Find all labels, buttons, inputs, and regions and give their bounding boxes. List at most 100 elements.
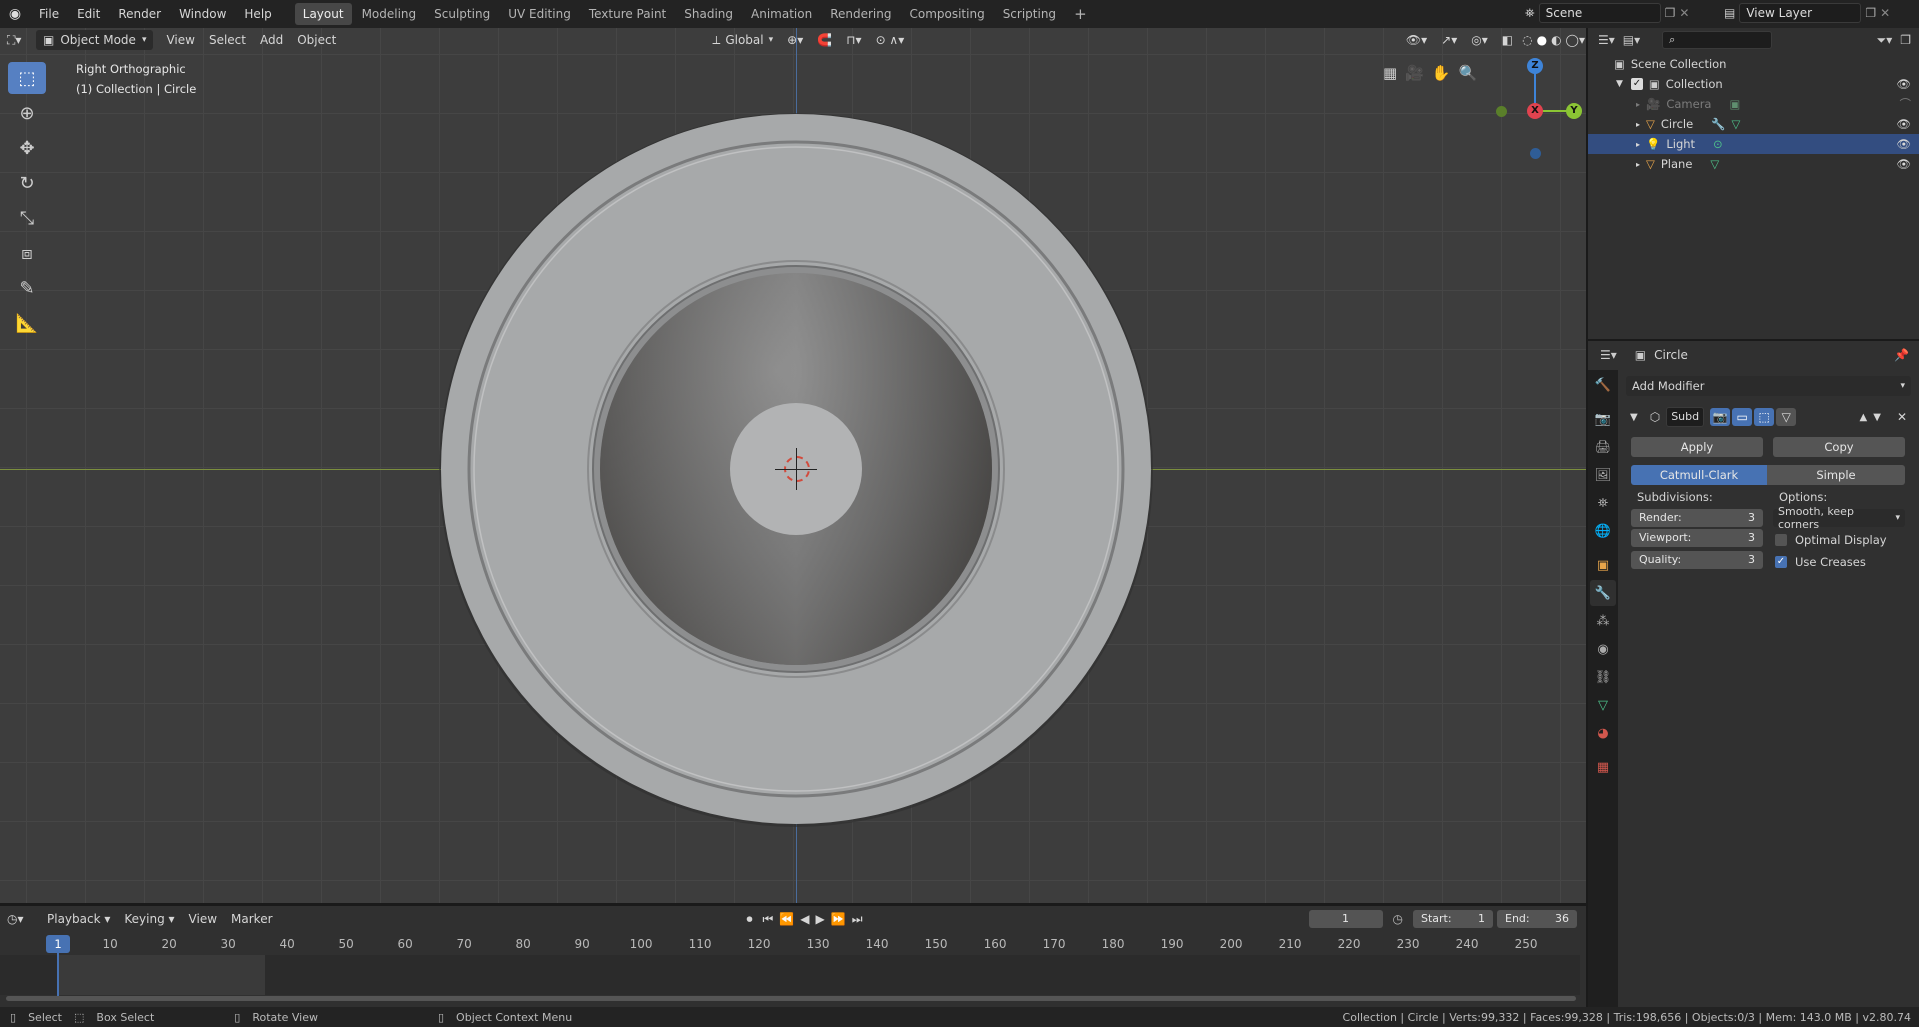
gizmo-neg-y-icon[interactable] (1496, 106, 1507, 117)
scene-properties-icon[interactable]: ⛯ (1590, 490, 1616, 516)
toggle-ortho-icon[interactable]: ▦ (1383, 64, 1397, 82)
visibility-icon[interactable]: 👁▾ (1399, 30, 1434, 50)
expand-arrow-icon[interactable]: ▸ (1636, 160, 1640, 169)
playhead-frame-badge[interactable]: 1 (46, 935, 70, 953)
expand-arrow-icon[interactable]: ▸ (1636, 140, 1640, 149)
object-properties-icon[interactable]: ▣ (1590, 552, 1616, 578)
prev-keyframe-icon[interactable]: ⏪ (776, 909, 797, 929)
new-view-layer-icon[interactable]: ❐ (1865, 6, 1876, 20)
gizmo-toggle-icon[interactable]: ↗▾ (1434, 30, 1464, 50)
outliner-row-camera[interactable]: ▸ 🎥 Camera ▣ ⌒ (1588, 94, 1919, 114)
menu-help[interactable]: Help (235, 0, 280, 28)
outliner-row-plane[interactable]: ▸ ▽ Plane ▽ 👁 (1588, 154, 1919, 174)
shading-solid-icon[interactable]: ● (1535, 30, 1549, 50)
add-modifier-dropdown[interactable]: Add Modifier ▾ (1626, 376, 1911, 396)
editor-type-icon[interactable]: ⛶▾ (0, 30, 36, 50)
delete-view-layer-icon[interactable]: ✕ (1880, 6, 1890, 20)
simple-toggle[interactable]: Simple (1767, 465, 1905, 485)
tool-settings-icon[interactable]: 🔨 (1590, 372, 1616, 398)
add-workspace-button[interactable]: + (1066, 3, 1095, 25)
on-cage-icon[interactable]: ▽ (1776, 408, 1797, 426)
end-frame-field[interactable]: End: 36 (1497, 910, 1577, 928)
menu-keying[interactable]: Keying ▾ (117, 909, 181, 929)
particles-properties-icon[interactable]: ⁂ (1590, 608, 1616, 634)
outliner-editor-icon[interactable]: ☰▾ (1598, 33, 1615, 47)
area-divider-horizontal[interactable] (1588, 339, 1919, 341)
tab-rendering[interactable]: Rendering (822, 3, 899, 25)
play-reverse-icon[interactable]: ◀ (797, 909, 812, 929)
output-properties-icon[interactable]: 🖨 (1590, 434, 1616, 460)
area-divider-timeline[interactable] (0, 903, 1586, 905)
zoom-view-icon[interactable]: 🔍 (1459, 64, 1478, 82)
move-down-icon[interactable]: ▼ (1873, 412, 1881, 423)
jump-end-icon[interactable]: ⏭ (849, 909, 866, 929)
tab-sculpting[interactable]: Sculpting (426, 3, 498, 25)
menu-add[interactable]: Add (253, 30, 290, 50)
view-layer-properties-icon[interactable]: 🖼 (1590, 462, 1616, 488)
tab-shading[interactable]: Shading (676, 3, 741, 25)
tab-animation[interactable]: Animation (743, 3, 820, 25)
shading-material-icon[interactable]: ◐ (1549, 30, 1563, 50)
start-frame-field[interactable]: Start: 1 (1413, 910, 1493, 928)
blender-logo-icon[interactable]: ◉ (0, 6, 30, 22)
tab-uv-editing[interactable]: UV Editing (500, 3, 579, 25)
select-tool-icon[interactable]: ⬚ (8, 62, 46, 94)
show-in-render-icon[interactable]: 📷 (1710, 408, 1731, 426)
timeline-editor-icon[interactable]: ◷▾ (0, 909, 40, 929)
gizmo-z-icon[interactable]: Z (1527, 58, 1543, 74)
exclude-checkbox[interactable]: ✓ (1630, 78, 1643, 90)
shading-rendered-icon[interactable]: ◯▾ (1564, 30, 1587, 50)
menu-marker[interactable]: Marker (224, 909, 279, 929)
gizmo-x-icon[interactable]: X (1527, 103, 1543, 119)
visibility-eye-icon[interactable]: 👁 (1896, 137, 1911, 151)
catmull-clark-toggle[interactable]: Catmull-Clark (1631, 465, 1767, 485)
filter-icon[interactable]: ⏷▾ (1877, 33, 1893, 48)
rotate-tool-icon[interactable]: ↻ (8, 167, 46, 199)
mode-dropdown[interactable]: ▣ Object Mode ▾ (36, 30, 154, 50)
3d-viewport[interactable]: Right Orthographic (1) Collection | Circ… (0, 28, 1587, 905)
display-mode-icon[interactable]: ▤▾ (1623, 33, 1640, 47)
transform-tool-icon[interactable]: ⧈ (8, 237, 46, 269)
render-levels-field[interactable]: Render: 3 (1631, 509, 1763, 527)
menu-render[interactable]: Render (109, 0, 170, 28)
outliner-row-scene-collection[interactable]: ▣ Scene Collection (1588, 54, 1919, 74)
xray-icon[interactable]: ◧ (1495, 30, 1520, 50)
cursor-tool-icon[interactable]: ⊕ (8, 97, 46, 129)
menu-object[interactable]: Object (290, 30, 343, 50)
viewport-levels-field[interactable]: Viewport: 3 (1631, 529, 1763, 547)
outliner-row-light[interactable]: ▸ 💡 Light ⊙ 👁 (1588, 134, 1919, 154)
menu-edit[interactable]: Edit (68, 0, 109, 28)
snap-target-icon[interactable]: ⊓▾ (839, 30, 868, 50)
timeline-ruler[interactable]: 10 20 30 40 50 60 70 80 90 100 110 120 130 140 150 160 1… (0, 935, 1580, 955)
tab-texture-paint[interactable]: Texture Paint (581, 3, 674, 25)
menu-select[interactable]: Select (202, 30, 253, 50)
show-in-viewport-icon[interactable]: ▭ (1732, 408, 1753, 426)
jump-start-icon[interactable]: ⏮ (760, 909, 777, 929)
scale-tool-icon[interactable]: ⤡ (8, 202, 46, 234)
show-in-editmode-icon[interactable]: ⬚ (1754, 408, 1775, 426)
shading-wireframe-icon[interactable]: ◌ (1520, 30, 1534, 50)
render-properties-icon[interactable]: 📷 (1590, 406, 1616, 432)
annotate-tool-icon[interactable]: ✎ (8, 272, 46, 304)
outliner-search-input[interactable]: ⌕ (1662, 31, 1773, 49)
modifier-properties-icon[interactable]: 🔧 (1590, 580, 1616, 606)
visibility-eye-icon[interactable]: 👁 (1896, 77, 1911, 91)
tab-layout[interactable]: Layout (294, 3, 352, 25)
timeline-scrollbar[interactable] (6, 996, 1576, 1001)
uv-smooth-dropdown[interactable]: Smooth, keep corners ▾ (1773, 505, 1905, 531)
quality-field[interactable]: Quality: 3 (1631, 551, 1763, 569)
tab-compositing[interactable]: Compositing (901, 3, 992, 25)
pivot-icon[interactable]: ⊕▾ (780, 30, 810, 50)
next-keyframe-icon[interactable]: ⏩ (828, 909, 849, 929)
expand-arrow-icon[interactable]: ▼ (1616, 79, 1623, 89)
visibility-eye-icon[interactable]: 👁 (1896, 117, 1911, 131)
measure-tool-icon[interactable]: 📐 (8, 307, 46, 339)
new-scene-icon[interactable]: ❐ (1665, 6, 1676, 20)
material-properties-icon[interactable]: ◕ (1590, 720, 1616, 746)
gizmo-y-icon[interactable]: Y (1566, 103, 1582, 119)
modifier-name-input[interactable]: Subd (1666, 407, 1705, 427)
camera-view-icon[interactable]: 🎥 (1405, 64, 1424, 82)
gizmo-neg-z-icon[interactable] (1530, 148, 1541, 159)
apply-button[interactable]: Apply (1631, 437, 1763, 457)
physics-properties-icon[interactable]: ◉ (1590, 636, 1616, 662)
